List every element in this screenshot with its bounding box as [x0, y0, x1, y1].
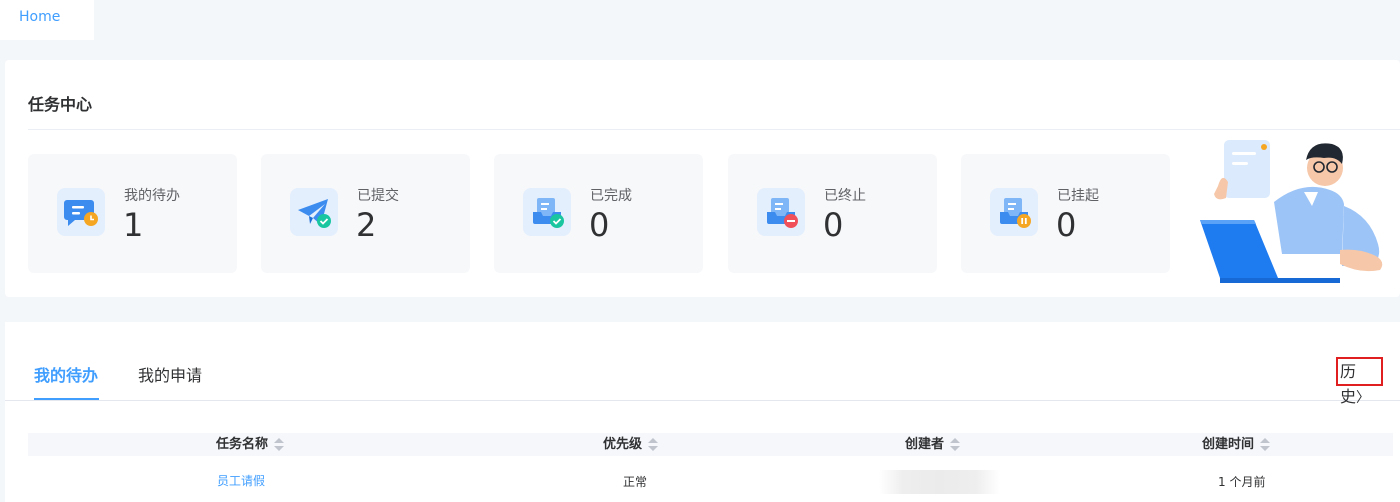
tab-divider	[5, 400, 1400, 401]
history-label: 历史	[1340, 362, 1357, 406]
card-my-todo[interactable]: 我的待办 1	[28, 154, 237, 273]
todo-chat-clock-icon	[57, 188, 105, 236]
card-label: 已终止	[824, 188, 866, 204]
card-terminated[interactable]: 已终止 0	[728, 154, 937, 273]
chevron-right-icon: 〉	[1356, 390, 1371, 406]
task-center-title: 任务中心	[28, 95, 93, 114]
inbox-pause-icon	[990, 188, 1038, 236]
card-submitted[interactable]: 已提交 2	[261, 154, 470, 273]
task-center-panel: 任务中心 我的待办 1 已提交 2 已完成 0 已终止 0 已挂起 0	[5, 60, 1400, 297]
column-header-priority[interactable]: 优先级	[603, 433, 659, 456]
card-completed[interactable]: 已完成 0	[494, 154, 703, 273]
card-label: 已提交	[357, 188, 399, 204]
column-label: 任务名称	[216, 437, 269, 452]
card-count: 0	[589, 206, 610, 244]
history-button[interactable]: 历史〉	[1336, 357, 1383, 406]
priority-cell: 正常	[623, 475, 648, 489]
creator-cell-redacted	[879, 470, 1000, 494]
column-header-creator[interactable]: 创建者	[905, 433, 961, 456]
tab-bar: Home	[0, 0, 1400, 40]
inbox-check-icon	[523, 188, 571, 236]
tab-my-todo[interactable]: 我的待办	[34, 362, 98, 386]
card-label: 已完成	[590, 188, 632, 204]
card-label: 我的待办	[124, 188, 180, 204]
table-header: 任务名称 优先级 创建者 创建时间	[28, 433, 1393, 456]
inbox-minus-icon	[757, 188, 805, 236]
column-label: 创建者	[905, 437, 945, 452]
table-row[interactable]: 员工请假 正常 1 个月前	[28, 456, 1393, 502]
tab-my-applications[interactable]: 我的申请	[138, 362, 202, 386]
sort-icon[interactable]	[274, 437, 285, 452]
paper-plane-check-icon	[290, 188, 338, 236]
tab-home[interactable]: Home	[0, 0, 94, 40]
card-label: 已挂起	[1057, 188, 1099, 204]
card-suspended[interactable]: 已挂起 0	[961, 154, 1170, 273]
sort-icon[interactable]	[648, 437, 659, 452]
task-name-link[interactable]: 员工请假	[217, 472, 265, 489]
todo-panel: 我的待办 我的申请 历史〉 任务名称 优先级 创建者 创建时间 员工请假 正常 …	[5, 322, 1400, 502]
divider	[28, 129, 1400, 130]
column-header-task-name[interactable]: 任务名称	[216, 433, 285, 456]
card-count: 1	[123, 206, 144, 244]
developer-illustration	[1194, 136, 1400, 284]
sort-icon[interactable]	[950, 437, 961, 452]
card-count: 0	[823, 206, 844, 244]
column-header-created-time[interactable]: 创建时间	[1202, 433, 1271, 456]
created-time-cell: 1 个月前	[1218, 475, 1266, 489]
card-count: 2	[356, 206, 377, 244]
column-label: 优先级	[603, 437, 643, 452]
column-label: 创建时间	[1202, 437, 1255, 452]
sort-icon[interactable]	[1260, 437, 1271, 452]
card-count: 0	[1056, 206, 1077, 244]
